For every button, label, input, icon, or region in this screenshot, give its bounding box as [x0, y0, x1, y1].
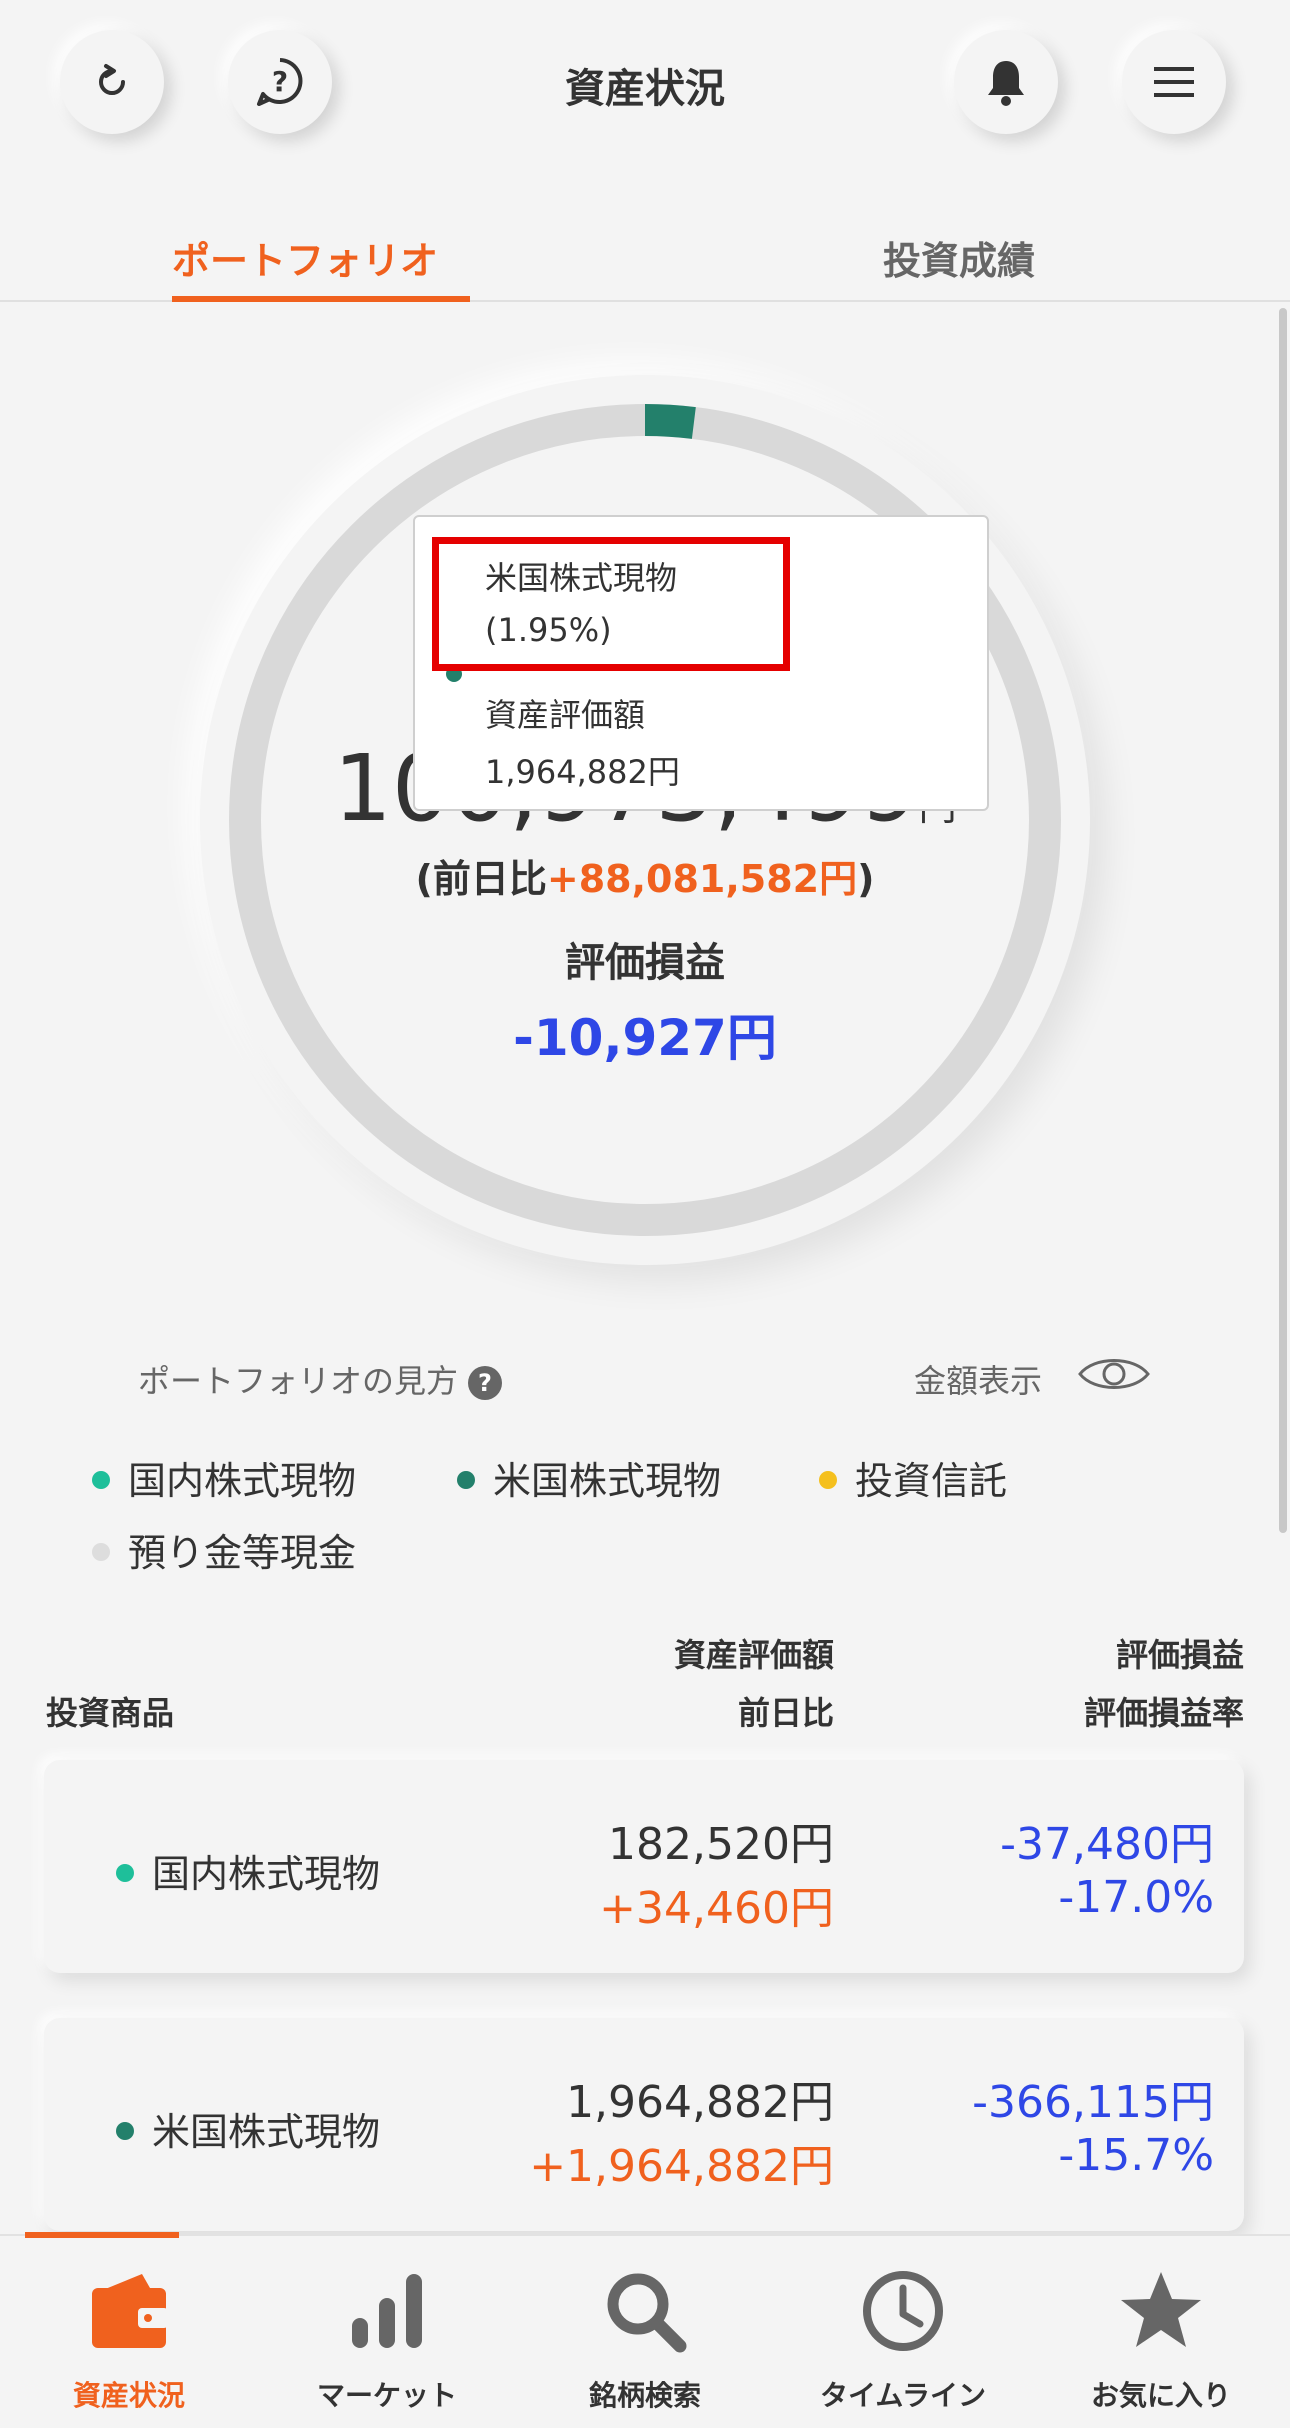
nav-label: 資産状況 — [72, 2379, 185, 2412]
wallet-icon — [92, 2274, 168, 2348]
nav-item-assets[interactable]: 資産状況 — [0, 2236, 258, 2428]
row-profit-loss: -37,480円 — [1000, 1819, 1214, 1870]
legend-item-us-stock: 米国株式現物 — [457, 1450, 721, 1505]
table-row[interactable]: 米国株式現物 1,964,882円 +1,964,882円 -366,115円 … — [44, 2018, 1244, 2231]
profit-loss-value: -10,927円 — [513, 1009, 777, 1067]
highlight-box — [432, 537, 790, 671]
column-header-product: 投資商品 — [46, 1694, 175, 1732]
legend-dot — [92, 1542, 110, 1561]
row-name-label: 米国株式現物 — [152, 2110, 381, 2154]
nav-label: 銘柄検索 — [588, 2379, 701, 2412]
legend-item-domestic-stock: 国内株式現物 — [92, 1450, 356, 1505]
eye-icon[interactable] — [1076, 1352, 1152, 1396]
nav-item-favorites[interactable]: お気に入り — [1032, 2236, 1290, 2428]
tooltip-value-label: 資産評価額 — [485, 696, 646, 734]
search-icon — [607, 2273, 687, 2353]
star-icon — [1121, 2272, 1201, 2347]
column-header-day-change: 前日比 — [737, 1694, 834, 1732]
row-profit-loss: -366,115円 — [972, 2077, 1214, 2128]
bar-chart-icon — [352, 2274, 422, 2348]
portfolio-help-link[interactable]: ポートフォリオの見方? — [138, 1356, 503, 1402]
row-value: 1,964,882円 — [566, 2077, 834, 2128]
amount-toggle-label: 金額表示 — [914, 1362, 1043, 1400]
column-header-profit-loss: 評価損益 — [1115, 1636, 1244, 1674]
legend-dot — [92, 1470, 110, 1489]
nav-label: タイムライン — [819, 2379, 987, 2412]
menu-button[interactable] — [1122, 30, 1226, 134]
legend-label: 国内株式現物 — [128, 1459, 357, 1503]
nav-item-timeline[interactable]: タイムライン — [774, 2236, 1032, 2428]
header: ? 資産状況 — [0, 0, 1290, 170]
legend-label: 米国株式現物 — [493, 1459, 722, 1503]
legend-item-cash: 預り金等現金 — [92, 1522, 356, 1577]
row-name-label: 国内株式現物 — [152, 1852, 381, 1896]
tab-portfolio[interactable]: ポートフォリオ — [172, 230, 438, 285]
bottom-navigation: 資産状況 マーケット 銘柄検索 タイムライン お気に入り — [0, 2232, 1290, 2428]
legend-dot — [819, 1470, 837, 1489]
row-profit-loss-rate: -15.7% — [1058, 2130, 1214, 2181]
notifications-button[interactable] — [954, 30, 1058, 134]
row-name: 米国株式現物 — [116, 2101, 380, 2156]
bell-icon — [988, 61, 1024, 106]
legend-item-mutual-fund: 投資信託 — [819, 1450, 1007, 1505]
tooltip-value: 1,964,882円 — [485, 753, 680, 791]
day-change: (前日比+88,081,582円) — [0, 848, 1290, 903]
row-day-change: +1,964,882円 — [529, 2141, 834, 2192]
row-dot — [116, 2121, 134, 2140]
active-tab-indicator — [172, 296, 470, 302]
scrollbar[interactable] — [1279, 308, 1287, 1533]
legend-label: 投資信託 — [855, 1459, 1008, 1503]
question-icon: ? — [468, 1366, 503, 1400]
page-title: 資産状況 — [565, 66, 725, 112]
row-dot — [116, 1863, 134, 1882]
day-change-value: +88,081,582円 — [546, 857, 858, 901]
clock-icon — [863, 2271, 943, 2351]
nav-item-search[interactable]: 銘柄検索 — [516, 2236, 774, 2428]
row-profit-loss-rate: -17.0% — [1058, 1872, 1214, 1923]
nav-item-market[interactable]: マーケット — [258, 2236, 516, 2428]
nav-label: お気に入り — [1090, 2379, 1231, 2412]
legend-label: 預り金等現金 — [128, 1531, 357, 1575]
tab-bar: ポートフォリオ 投資成績 — [0, 200, 1290, 302]
legend-dot — [457, 1470, 475, 1489]
day-change-prefix: (前日比 — [415, 857, 547, 901]
row-name: 国内株式現物 — [116, 1843, 380, 1898]
menu-icon — [1154, 67, 1194, 97]
tab-performance[interactable]: 投資成績 — [883, 230, 1035, 285]
day-change-suffix: ) — [857, 857, 875, 901]
row-day-change: +34,460円 — [599, 1883, 834, 1934]
table-row[interactable]: 国内株式現物 182,520円 +34,460円 -37,480円 -17.0% — [44, 1760, 1244, 1973]
column-header-value: 資産評価額 — [673, 1636, 834, 1674]
nav-label: マーケット — [316, 2379, 457, 2412]
portfolio-help-label: ポートフォリオの見方 — [138, 1362, 459, 1400]
row-value: 182,520円 — [608, 1819, 834, 1870]
profit-loss-label: 評価損益 — [565, 940, 725, 986]
column-header-profit-loss-rate: 評価損益率 — [1083, 1694, 1244, 1732]
